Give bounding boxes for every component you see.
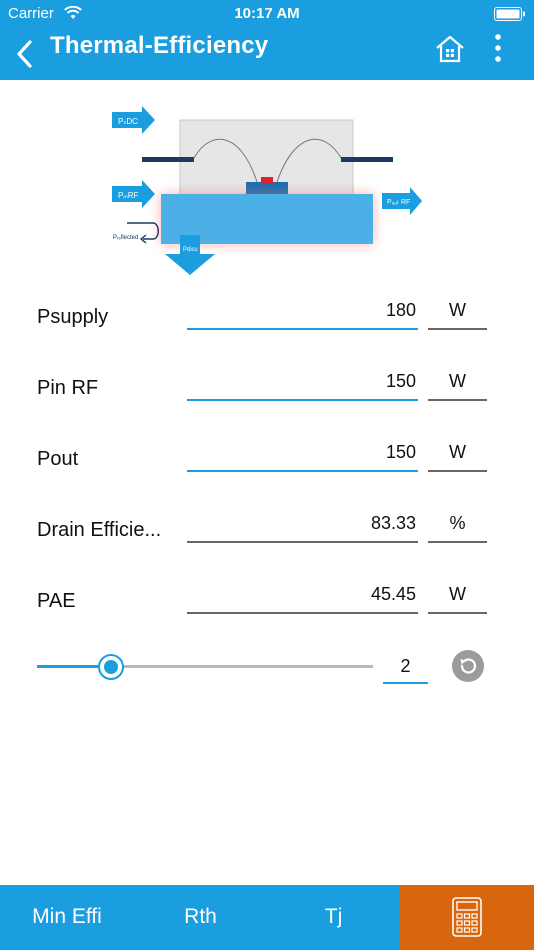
row-pout: Pout 150 W (0, 432, 534, 482)
tab-min-effi[interactable]: Min Effi (0, 885, 134, 950)
row-pae: PAE 45.45 W (0, 574, 534, 624)
calculator-icon (452, 897, 482, 937)
pout-label: Pout (37, 448, 79, 470)
page-title: Thermal-Efficiency (50, 32, 269, 59)
more-icon[interactable] (488, 31, 508, 65)
battery-icon (494, 7, 525, 21)
row-pin-rf: Pin RF 150 W (0, 361, 534, 411)
tab-tj[interactable]: Tj (267, 885, 400, 950)
pin-rf-label: PᵢₙRF (118, 191, 139, 200)
drain-efficiency-unit-select[interactable]: % (428, 503, 487, 543)
pin-rf-unit-select[interactable]: W (428, 361, 487, 401)
drain-efficiency-output: 83.33 (187, 503, 418, 543)
pae-unit-select[interactable]: W (428, 574, 487, 614)
nav-bar: Thermal-Efficiency (0, 28, 534, 80)
slider-thumb-dot (103, 660, 118, 674)
bottom-tab-bar: Min Effi Rth Tj (0, 885, 534, 950)
pae-output: 45.45 (187, 574, 418, 614)
pdc-label: PₛDC (118, 117, 138, 126)
slider-value-input[interactable]: 2 (383, 648, 428, 684)
slider-thumb[interactable] (97, 654, 124, 680)
psupply-unit-select[interactable]: W (428, 290, 487, 330)
status-bar: Carrier 10:17 AM (0, 0, 534, 28)
back-icon[interactable] (12, 36, 40, 72)
home-icon[interactable] (434, 33, 466, 65)
power-diagram: PₛDC PᵢₙRF Pₒᵤₜ RF Pᵣₑflected Pdiss (112, 106, 422, 275)
pout-unit-select[interactable]: W (428, 432, 487, 472)
row-psupply: Psupply 180 W (0, 290, 534, 340)
row-drain-efficiency: Drain Efficie... 83.33 % (0, 503, 534, 553)
psupply-label: Psupply (37, 306, 109, 328)
precision-slider-row: 2 (0, 645, 534, 695)
preflected-label: Pᵣₑflected (113, 235, 138, 241)
left-lead (142, 157, 194, 162)
reset-icon[interactable] (451, 649, 485, 683)
pin-rf-input[interactable]: 150 (187, 361, 418, 401)
drain-efficiency-label: Drain Efficie... (37, 519, 162, 541)
pout-rf-label: Pₒᵤₜ RF (387, 199, 410, 206)
pin-rf-row-label: Pin RF (37, 377, 99, 399)
die (246, 182, 288, 194)
right-lead (341, 157, 393, 162)
die-hotspot (261, 177, 273, 183)
pdiss-label: Pdiss (183, 247, 198, 253)
tab-calculator[interactable] (400, 885, 534, 950)
pae-label: PAE (37, 590, 76, 612)
tab-rth[interactable]: Rth (134, 885, 267, 950)
status-time: 10:17 AM (234, 5, 300, 22)
psupply-input[interactable]: 180 (187, 290, 418, 330)
pout-input[interactable]: 150 (187, 432, 418, 472)
